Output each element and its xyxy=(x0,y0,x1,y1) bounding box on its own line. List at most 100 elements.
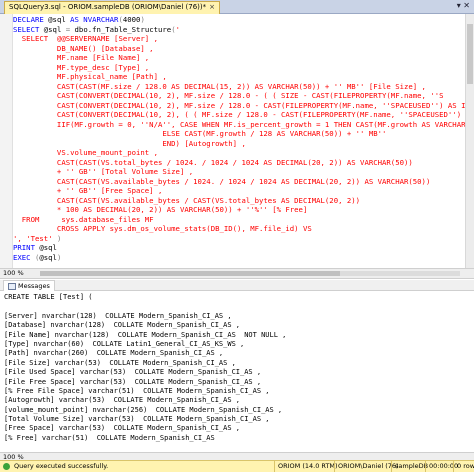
status-bar: Query executed successfully. ORIOM (14.0… xyxy=(0,460,474,472)
code-line: CAST(CAST(VS.available_bytes / CAST(VS.t… xyxy=(13,196,468,206)
code-token: @@SERVERNAME [Server] , xyxy=(56,34,158,43)
code-token: VS.volume_mount_point , xyxy=(13,148,158,157)
success-check-icon xyxy=(3,463,10,470)
message-line: [File Used Space] varchar(53) COLLATE Mo… xyxy=(4,368,262,377)
code-line: CAST(CONVERT(DECIMAL(10, 2), ( ( MF.size… xyxy=(13,110,468,120)
code-token: MF.physical_name [Path] , xyxy=(13,72,167,81)
message-line: [File Size] varchar(53) COLLATE Modern_S… xyxy=(4,358,236,367)
messages-text: CREATE TABLE [Test] ( [Server] nvarchar(1… xyxy=(4,293,464,443)
tab-messages[interactable]: Messages xyxy=(3,280,55,291)
code-token: CAST(CONVERT(DECIMAL(10, 2), MF.size / 1… xyxy=(13,91,444,100)
code-token: DB_NAME() [Database] , xyxy=(13,43,154,53)
code-token: @sql xyxy=(39,252,57,262)
code-token: @sql xyxy=(39,243,57,252)
scroll-thumb[interactable] xyxy=(40,271,340,276)
code-line: DECLARE @sql AS NVARCHAR(4000) xyxy=(13,15,468,25)
code-line: CAST(CAST(VS.available_bytes / 1024. / 1… xyxy=(13,177,468,187)
status-server: ORIOM (14.0 RTM) xyxy=(274,461,338,472)
code-line: * 100 AS DECIMAL(20, 2)) AS VARCHAR(50))… xyxy=(13,205,468,215)
message-line: [Type] nvarchar(60) COLLATE Latin1_Gener… xyxy=(4,339,245,348)
code-line: CAST(CAST(VS.total_bytes / 1024. / 1024 … xyxy=(13,158,468,168)
code-line: FROM sys.database_files MF xyxy=(13,215,468,225)
code-token: = xyxy=(65,24,75,34)
window-controls[interactable]: ▾ ✕ xyxy=(457,1,470,10)
code-token: CAST(CONVERT(DECIMAL(10, 2), MF.size / 1… xyxy=(13,100,468,110)
code-token: PRINT xyxy=(13,243,40,252)
code-token: CAST(CAST(VS.available_bytes / CAST(VS.t… xyxy=(13,195,361,205)
message-line: [Path] nvarchar(260) COLLATE Modern_Span… xyxy=(4,349,224,358)
code-token: CAST(CAST(VS.total_bytes / 1024. / 1024 … xyxy=(13,157,413,167)
code-token: CAST(CAST(VS.available_bytes / 1024. / 1… xyxy=(13,176,431,186)
message-line: CREATE TABLE [Test] ( xyxy=(4,293,93,301)
code-token: + '' GB'' [Total Volume Size] , xyxy=(13,167,194,176)
code-token: ' xyxy=(175,24,180,34)
code-token: MF.type_desc [Type] , xyxy=(13,62,150,72)
editor-horizontal-scrollbar[interactable] xyxy=(40,271,460,276)
document-tab-bar: SQLQuery3.sql - ORIOM.sampleDB (ORIOM\Da… xyxy=(0,0,474,14)
code-token: CAST(CONVERT(DECIMAL(10, 2), ( ( MF.size… xyxy=(13,110,468,119)
document-tab-title: SQLQuery3.sql - ORIOM.sampleDB (ORIOM\Da… xyxy=(9,3,207,11)
message-line: [Autogrowth] varchar(53) COLLATE Modern_… xyxy=(4,396,241,405)
code-token: SELECT xyxy=(13,34,57,43)
code-token: 4000 xyxy=(122,15,141,24)
code-token: AS NVARCHAR xyxy=(70,15,119,24)
code-line: CAST(CAST(MF.size / 128.0 AS DECIMAL(15,… xyxy=(13,82,468,92)
code-token: ELSE CAST(MF.growth / 128 AS VARCHAR(50)… xyxy=(13,129,387,138)
code-token: END) [Autogrowth] , xyxy=(13,138,246,148)
code-line: CAST(CONVERT(DECIMAL(10, 2), MF.size / 1… xyxy=(13,101,468,111)
code-line: MF.physical_name [Path] , xyxy=(13,72,468,82)
close-tab-icon[interactable]: × xyxy=(209,3,215,11)
code-line: CAST(CONVERT(DECIMAL(10, 2), MF.size / 1… xyxy=(13,91,468,101)
code-line: DB_NAME() [Database] , xyxy=(13,44,468,54)
code-line: SELECT @sql = dbo.fn_Table_Structure(' xyxy=(13,25,468,35)
message-line: [% Free] varchar(51) COLLATE Modern_Span… xyxy=(4,433,215,442)
code-line: ELSE CAST(MF.growth / 128 AS VARCHAR(50)… xyxy=(13,129,468,139)
editor-vertical-scrollbar[interactable] xyxy=(465,14,474,268)
editor-zoom-bar: 100 % xyxy=(0,268,474,279)
code-line: IIF(MF.growth = 0, ''N/A'', CASE WHEN MF… xyxy=(13,120,468,130)
message-line: [% Free File Space] varchar(51) COLLATE … xyxy=(4,386,270,395)
code-area[interactable]: DECLARE @sql AS NVARCHAR(4000) SELECT @sq… xyxy=(13,15,468,262)
code-token: DECLARE xyxy=(13,15,49,24)
code-token: MF.name [File Name] , xyxy=(13,53,150,62)
code-token: * 100 AS DECIMAL(20, 2)) AS VARCHAR(50))… xyxy=(13,205,308,214)
code-line: CROSS APPLY sys.dm_os_volume_stats(DB_ID… xyxy=(13,224,468,234)
code-line: + '' GB'' [Free Space] , xyxy=(13,186,468,196)
message-line: [File Free Space] varchar(53) COLLATE Mo… xyxy=(4,377,262,386)
code-token: dbo.fn_Table_Structure xyxy=(74,24,172,34)
message-line: [Server] nvarchar(128) COLLATE Modern_Sp… xyxy=(4,311,232,320)
scroll-thumb[interactable] xyxy=(467,24,473,84)
code-line: EXEC (@sql) xyxy=(13,253,468,263)
messages-pane[interactable]: CREATE TABLE [Test] ( [Server] nvarchar(1… xyxy=(0,291,474,453)
code-token: CROSS APPLY sys.dm_os_volume_stats(DB_ID… xyxy=(13,224,312,233)
code-token: SELECT xyxy=(13,24,44,34)
status-database: sampleDB xyxy=(391,461,428,472)
zoom-dropdown[interactable]: 100 % xyxy=(3,269,24,278)
status-message: Query executed successfully. xyxy=(14,462,109,470)
status-rows: 0 rows xyxy=(453,461,474,472)
code-line: VS.volume_mount_point , xyxy=(13,148,468,158)
code-token: @sql xyxy=(48,15,71,24)
message-line: [volume_mount_point] nvarchar(256) COLLA… xyxy=(4,405,283,414)
message-line xyxy=(4,302,464,311)
message-line: [Total Volume Size] varchar(53) COLLATE … xyxy=(4,415,270,424)
code-token: ) xyxy=(56,233,62,243)
code-token: ) xyxy=(56,252,62,262)
message-line: [Free Space] varchar(53) COLLATE Modern_… xyxy=(4,424,241,433)
query-editor[interactable]: DECLARE @sql AS NVARCHAR(4000) SELECT @sq… xyxy=(0,14,474,268)
status-user: ORIOM\Daniel (76) xyxy=(334,461,399,472)
editor-gutter xyxy=(0,14,13,268)
code-token: ', 'Test' xyxy=(13,233,57,243)
code-line: END) [Autogrowth] , xyxy=(13,139,468,149)
messages-icon xyxy=(8,282,16,290)
document-tab[interactable]: SQLQuery3.sql - ORIOM.sampleDB (ORIOM\Da… xyxy=(4,1,220,14)
code-token: ) xyxy=(140,15,145,24)
code-line: + '' GB'' [Total Volume Size] , xyxy=(13,167,468,177)
code-line: MF.name [File Name] , xyxy=(13,53,468,63)
code-line: SELECT @@SERVERNAME [Server] , xyxy=(13,34,468,44)
code-line: ', 'Test' ) xyxy=(13,234,468,244)
code-line: PRINT @sql xyxy=(13,243,468,253)
message-line: [File Name] nvarchar(128) COLLATE Modern… xyxy=(4,330,287,339)
code-token: IIF(MF.growth = 0, ''N/A'', CASE WHEN MF… xyxy=(13,119,468,129)
message-line: [Database] nvarchar(128) COLLATE Modern_… xyxy=(4,321,241,330)
